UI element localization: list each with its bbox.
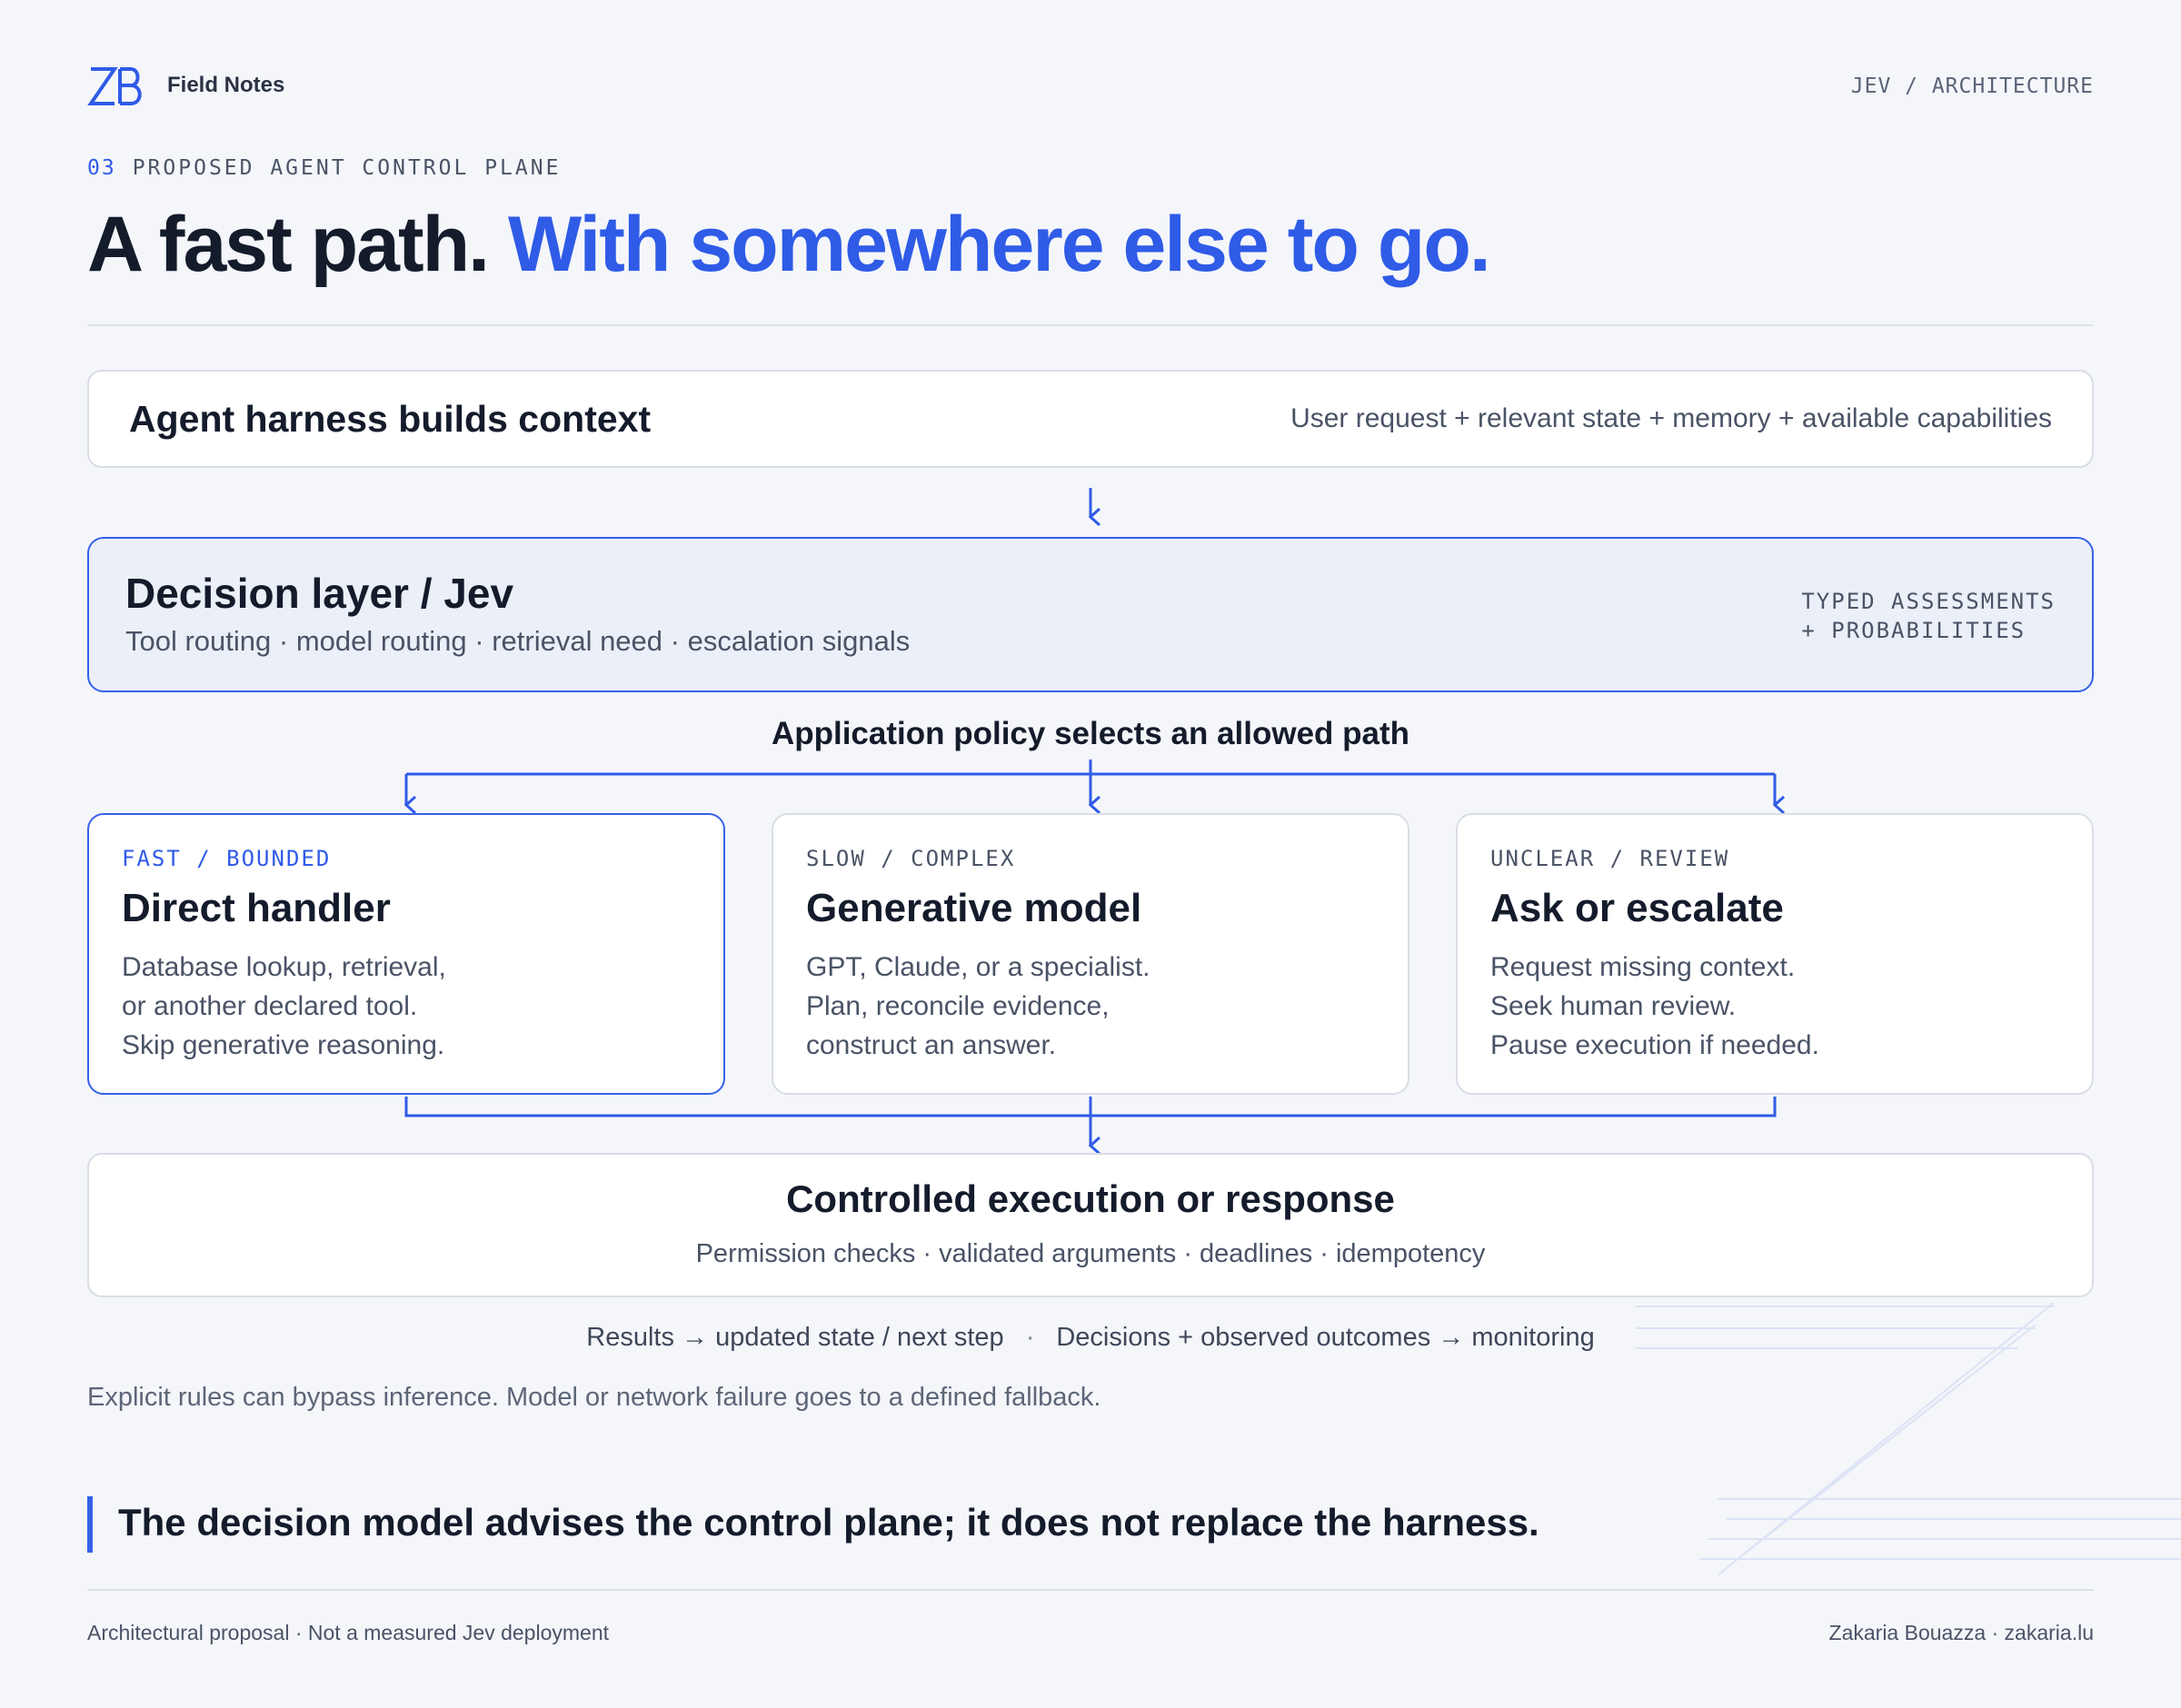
decision-tag-line2: + PROBABILITIES — [1801, 618, 2027, 644]
path-tag: FAST / BOUNDED — [122, 846, 332, 871]
path-title: Ask or escalate — [1490, 886, 1784, 930]
fallback-note: Explicit rules can bypass inference. Mod… — [87, 1383, 1101, 1412]
path-line: Pause execution if needed. — [1490, 1030, 1819, 1060]
header-divider — [87, 324, 2094, 326]
outcomes-separator: · — [1025, 1323, 1035, 1352]
title-accent: With somewhere else to go. — [507, 201, 1491, 288]
path-line: or another declared tool. — [122, 991, 418, 1021]
path-description: Request missing context. Seek human revi… — [1490, 948, 2065, 1065]
path-tag: UNCLEAR / REVIEW — [1490, 846, 1730, 871]
path-title: Generative model — [806, 886, 1142, 930]
decision-title: Decision layer / Jev — [125, 570, 514, 617]
brand-name: Field Notes — [167, 73, 285, 97]
path-card-generative-model: SLOW / COMPLEX Generative model GPT, Cla… — [772, 813, 1409, 1095]
path-title: Direct handler — [122, 886, 391, 930]
merge-line — [404, 1097, 1777, 1117]
policy-label: Application policy selects an allowed pa… — [771, 716, 1410, 751]
path-description: Database lookup, retrieval, or another d… — [122, 948, 696, 1065]
path-description: GPT, Claude, or a specialist. Plan, reco… — [806, 948, 1380, 1065]
decision-tag: TYPED ASSESSMENTS + PROBABILITIES — [1801, 587, 2056, 646]
quote-accent-bar — [87, 1496, 93, 1553]
execution-title: Controlled execution or response — [786, 1177, 1395, 1220]
path-line: Plan, reconcile evidence, — [806, 991, 1110, 1021]
execution-box — [87, 1153, 2094, 1297]
path-line: Database lookup, retrieval, — [122, 952, 446, 982]
context-title: Agent harness builds context — [129, 398, 652, 440]
context-subtitle: User request + relevant state + memory +… — [1290, 403, 2052, 433]
outcomes-left: Results → updated state / next step — [586, 1323, 1004, 1352]
decision-tag-line1: TYPED ASSESSMENTS — [1801, 589, 2056, 614]
path-line: Request missing context. — [1490, 952, 1796, 982]
path-line: Seek human review. — [1490, 991, 1737, 1021]
path-line: construct an answer. — [806, 1030, 1057, 1060]
path-card-ask-escalate: UNCLEAR / REVIEW Ask or escalate Request… — [1456, 813, 2094, 1095]
section-label: PROPOSED AGENT CONTROL PLANE — [132, 156, 562, 180]
section-eyebrow: 03 PROPOSED AGENT CONTROL PLANE — [87, 156, 561, 180]
title-lead: A fast path. — [87, 201, 490, 288]
path-tag: SLOW / COMPLEX — [806, 846, 1016, 871]
outcomes-right: Decisions + observed outcomes → monitori… — [1056, 1323, 1595, 1352]
path-line: Skip generative reasoning. — [122, 1030, 445, 1060]
footer-left: Architectural proposal · Not a measured … — [87, 1621, 610, 1644]
zb-logo — [87, 67, 142, 105]
section-path: JEV / ARCHITECTURE — [1850, 74, 2094, 98]
execution-subtitle: Permission checks · validated arguments … — [695, 1239, 1486, 1268]
footer-divider — [87, 1589, 2094, 1591]
path-card-direct-handler: FAST / BOUNDED Direct handler Database l… — [87, 813, 725, 1095]
section-number: 03 — [87, 156, 116, 180]
footer-right: Zakaria Bouazza · zakaria.lu — [1828, 1621, 2094, 1644]
decision-subtitle: Tool routing · model routing · retrieval… — [125, 625, 911, 657]
path-line: GPT, Claude, or a specialist. — [806, 952, 1150, 982]
pull-quote: The decision model advises the control p… — [118, 1501, 1539, 1544]
outcomes-line: Results → updated state / next step · Deci… — [0, 1323, 2181, 1353]
page-title: A fast path. With somewhere else to go. — [87, 201, 1491, 288]
